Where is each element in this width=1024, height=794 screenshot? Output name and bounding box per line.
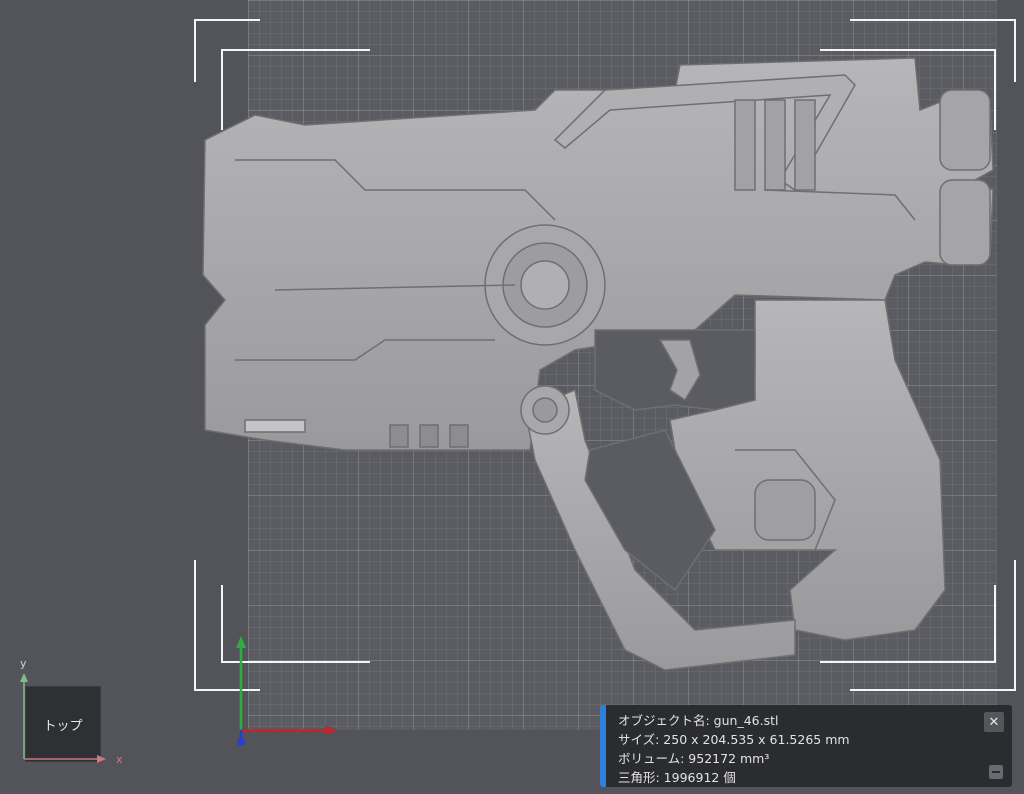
- 3d-viewport[interactable]: トップ y x オブジェクト名: gun_46.stl サイズ: 250 x 2…: [0, 0, 1024, 794]
- minus-icon[interactable]: [989, 765, 1003, 779]
- world-axes-gizmo: [236, 636, 337, 746]
- object-name: オブジェクト名: gun_46.stl: [618, 713, 779, 728]
- triangle-count: 三角形: 1996912 個: [618, 770, 736, 785]
- model-info-panel: オブジェクト名: gun_46.stl サイズ: 250 x 204.535 x…: [600, 705, 1012, 787]
- gun-model[interactable]: [195, 30, 1005, 680]
- view-cube-axes: y x: [20, 657, 123, 766]
- object-size: サイズ: 250 x 204.535 x 61.5265 mm: [618, 732, 850, 747]
- axis-label-x: x: [116, 753, 123, 766]
- axis-label-y: y: [20, 657, 27, 670]
- object-volume: ボリューム: 952172 mm³: [618, 751, 770, 766]
- close-icon[interactable]: ✕: [984, 712, 1004, 732]
